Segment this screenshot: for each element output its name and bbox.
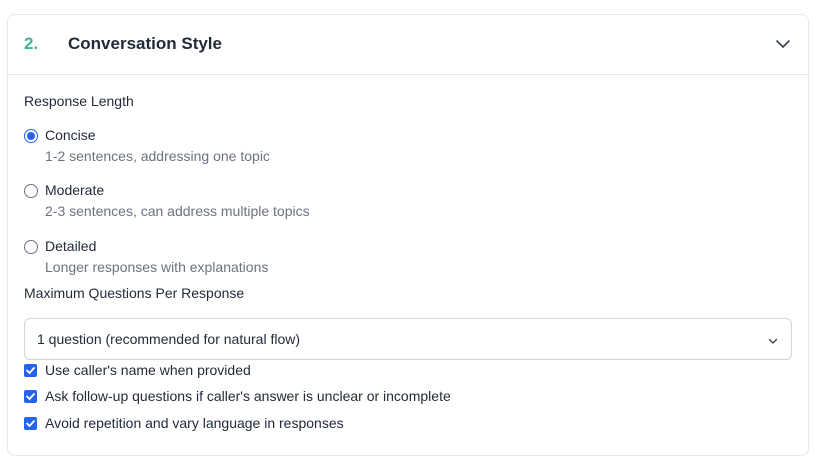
max-questions-label: Maximum Questions Per Response: [24, 285, 245, 301]
checkbox-label: Use caller's name when provided: [45, 362, 251, 378]
radio-description: 2-3 sentences, can address multiple topi…: [45, 203, 310, 219]
chevron-down-icon: [767, 334, 779, 346]
radio-detailed[interactable]: [24, 240, 38, 254]
response-length-label: Response Length: [24, 93, 134, 109]
select-value: 1 question (recommended for natural flow…: [37, 331, 301, 347]
section-header[interactable]: 2. Conversation Style: [8, 15, 808, 75]
max-questions-select[interactable]: 1 question (recommended for natural flow…: [24, 318, 792, 360]
checkbox-use-name[interactable]: [24, 364, 37, 377]
checkbox-follow-up[interactable]: [24, 390, 37, 403]
radio-concise[interactable]: [24, 129, 38, 143]
checkbox-avoid-repetition[interactable]: [24, 417, 37, 430]
radio-description: Longer responses with explanations: [45, 259, 269, 275]
section-number: 2.: [24, 34, 39, 53]
radio-label: Moderate: [45, 182, 105, 198]
radio-label: Detailed: [45, 238, 97, 254]
conversation-style-card: 2. Conversation Style Response Length Co…: [7, 14, 809, 456]
radio-label: Concise: [45, 127, 96, 143]
radio-moderate[interactable]: [24, 184, 38, 198]
collapse-chevron-icon[interactable]: [774, 35, 792, 53]
checkbox-label: Avoid repetition and vary language in re…: [45, 415, 344, 431]
section-title: Conversation Style: [68, 34, 222, 53]
radio-description: 1-2 sentences, addressing one topic: [45, 148, 270, 164]
checkbox-label: Ask follow-up questions if caller's answ…: [45, 388, 451, 404]
